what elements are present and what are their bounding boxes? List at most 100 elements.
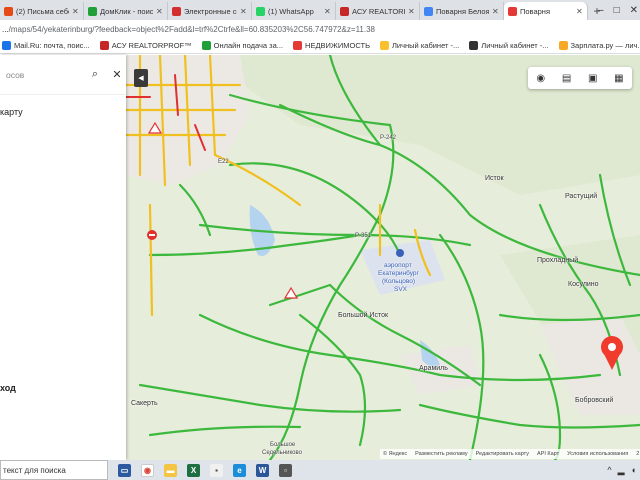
bookmark-favicon-icon	[469, 41, 479, 50]
tab-close-icon[interactable]: ✕	[240, 7, 247, 16]
tab-title: (1) WhatsApp	[268, 6, 314, 16]
map-label-bobrovsky: Бобровский	[575, 397, 614, 404]
map-label-kosulino: Косулино	[568, 281, 599, 288]
bookmark-label: Личный кабинет -...	[481, 41, 549, 50]
bookmark-label: Mail.Ru: почта, поис...	[14, 41, 90, 50]
tab-favicon-icon	[172, 6, 181, 16]
map-layer-controls: ◉ ▤ ▣ ▦	[528, 67, 632, 89]
bookmark-item[interactable]: Личный кабинет -...	[380, 41, 459, 50]
search-input[interactable]: осов	[6, 70, 82, 80]
tab-favicon-icon	[88, 6, 97, 16]
panel-item-route[interactable]: ход	[0, 383, 16, 393]
bookmark-item[interactable]: Личный кабинет -...	[469, 41, 549, 50]
airport-label-2: Екатеринбург	[378, 270, 419, 277]
map-label-aramil: Арамиль	[419, 365, 448, 372]
window-controls: – □ ✕	[598, 0, 638, 20]
attribution-link[interactable]: API Карт	[537, 451, 559, 457]
bookmark-favicon-icon	[201, 41, 211, 50]
attribution-link[interactable]: Разместить рекламу	[415, 451, 468, 457]
tab-close-icon[interactable]: ✕	[492, 7, 499, 16]
bookmark-favicon-icon	[99, 41, 109, 50]
map-label-istok: Исток	[485, 175, 504, 182]
tab-favicon-icon	[508, 6, 517, 16]
app-icon[interactable]: ▪	[210, 463, 223, 477]
network-icon[interactable]: ▂	[618, 465, 625, 476]
map-attribution: © Яндекс Разместить рекламу Редактировать …	[380, 449, 640, 459]
browser-tab[interactable]: Электронные се ✕	[168, 2, 252, 20]
bookmark-item[interactable]: Зарплата.ру — лич...	[558, 41, 640, 50]
collapse-panel-button[interactable]: ◀	[134, 69, 148, 87]
bookmark-label: Зарплата.ру — лич...	[570, 41, 640, 50]
tab-title: АСУ REALTORPR	[352, 6, 405, 16]
search-icon[interactable]: ⌕	[86, 68, 104, 81]
bookmark-label: Онлайн подача за...	[213, 41, 284, 50]
close-window-icon[interactable]: ✕	[630, 5, 638, 16]
bookmark-item[interactable]: АСУ REALTORPROF™	[99, 41, 192, 50]
tab-favicon-icon	[340, 6, 349, 16]
bookmark-item[interactable]: Mail.Ru: почта, поис...	[2, 41, 90, 50]
bookmark-item[interactable]: НЕДВИЖИМОСТЬ	[293, 41, 370, 50]
task-view-icon[interactable]: ▭	[118, 463, 131, 477]
airport-icon	[396, 249, 404, 257]
taskbar-search-input[interactable]: текст для поиска	[0, 460, 108, 480]
transit-icon[interactable]: ▣	[588, 73, 597, 84]
word-icon[interactable]: W	[256, 463, 269, 477]
chrome-icon[interactable]: ◉	[141, 463, 154, 477]
road-shield-r242: Р-242	[380, 135, 397, 141]
map-label-sakert: Сакерть	[131, 400, 158, 407]
road-shield-r351: Р-351	[355, 233, 372, 239]
app-icon-2[interactable]: ▫	[279, 463, 292, 477]
file-explorer-icon[interactable]: ▬	[164, 463, 177, 477]
bookmark-favicon-icon	[380, 41, 389, 50]
url-text[interactable]: .../maps/54/yekaterinburg/?feedback=obje…	[2, 25, 375, 34]
tab-title: Электронные се	[184, 6, 237, 16]
attribution-link[interactable]: © Яндекс	[383, 451, 407, 457]
excel-icon[interactable]: X	[187, 463, 200, 477]
traffic-layer-icon[interactable]: ◉	[536, 73, 545, 84]
edge-icon[interactable]: e	[233, 463, 246, 477]
search-box[interactable]: осов ⌕ ✕	[0, 55, 126, 95]
tab-strip: (2) Письма себе ✕ ДомКлик - поиск ✕ Электрон…	[0, 0, 640, 20]
tab-title: ДомКлик - поиск	[100, 6, 153, 16]
browser-tab[interactable]: (2) Письма себе ✕	[0, 2, 84, 20]
bookmark-favicon-icon	[2, 41, 11, 50]
airport-label-3: (Кольцово)	[382, 278, 416, 285]
tab-favicon-icon	[424, 6, 433, 16]
attribution-link[interactable]: Условия использования	[567, 451, 628, 457]
tab-close-icon[interactable]: ✕	[156, 7, 163, 16]
map-label-prokhladny: Прохладный	[537, 257, 579, 264]
tab-close-icon[interactable]: ✕	[324, 7, 331, 16]
browser-tab[interactable]: АСУ REALTORPR✕	[336, 2, 420, 20]
maximize-icon[interactable]: □	[614, 5, 620, 16]
bookmark-item[interactable]: Онлайн подача за...	[201, 41, 284, 50]
roadwork-icon[interactable]	[147, 230, 157, 240]
tab-favicon-icon	[256, 6, 265, 16]
browser-tab[interactable]: Поварня Белояр ✕	[420, 2, 504, 20]
tab-close-icon[interactable]: ✕	[408, 7, 415, 16]
map-label-rastushy: Растущий	[565, 193, 598, 200]
sidebar-panel: осов ⌕ ✕ карту ход	[0, 55, 126, 460]
map-label-sedelnikovo: Седельниково	[262, 450, 302, 456]
attribution-link[interactable]: 2 км	[636, 451, 640, 457]
attribution-link[interactable]: Редактировать карту	[476, 451, 529, 457]
map-label-bolshoy-istok: Большой Исток	[338, 312, 389, 319]
volume-icon[interactable]: ◖	[631, 465, 636, 475]
bus-icon[interactable]: ▦	[614, 73, 623, 84]
road-shield-e22: E22	[218, 159, 229, 165]
chevron-up-icon[interactable]: ^	[607, 465, 611, 475]
address-bar[interactable]: .../maps/54/yekaterinburg/?feedback=obje…	[0, 20, 640, 38]
browser-tab[interactable]: ДомКлик - поиск ✕	[84, 2, 168, 20]
tab-title: Поварня	[520, 6, 551, 16]
tab-close-icon[interactable]: ✕	[576, 7, 583, 16]
map-layers-icon[interactable]: ▤	[562, 73, 571, 84]
close-icon[interactable]: ✕	[108, 68, 126, 81]
bookmark-label: НЕДВИЖИМОСТЬ	[305, 41, 370, 50]
browser-tab[interactable]: (1) WhatsApp ✕	[252, 2, 336, 20]
minimize-icon[interactable]: –	[598, 5, 604, 16]
tab-close-icon[interactable]: ✕	[72, 7, 79, 16]
bookmark-favicon-icon	[558, 41, 568, 50]
tab-favicon-icon	[4, 6, 13, 16]
panel-item-map[interactable]: карту	[0, 107, 23, 117]
browser-tab[interactable]: Поварня ✕	[504, 2, 588, 20]
tab-title: (2) Письма себе	[16, 6, 69, 16]
